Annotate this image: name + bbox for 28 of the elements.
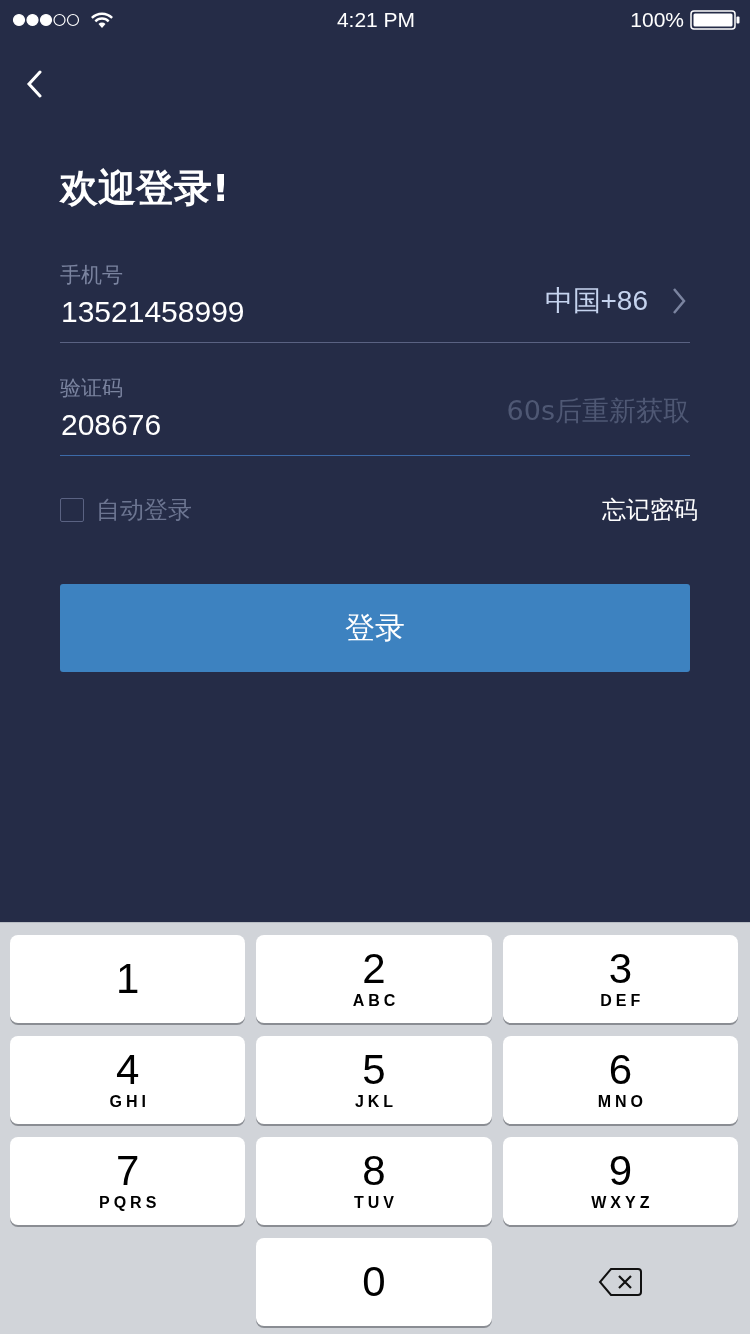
- backspace-icon[interactable]: [598, 1267, 643, 1297]
- checkbox[interactable]: [60, 498, 84, 522]
- forgot-password-link[interactable]: 忘记密码: [602, 494, 698, 526]
- keypad-key[interactable]: 3 DEF: [502, 935, 738, 1023]
- checkbox-label: 自动登录: [96, 495, 192, 526]
- keypad-key[interactable]: 8 TUV: [256, 1137, 492, 1225]
- battery-icon: [690, 10, 740, 30]
- wifi-icon: [90, 11, 114, 29]
- back-icon[interactable]: [26, 70, 42, 98]
- keypad-key[interactable]: 5 JKL: [256, 1036, 492, 1124]
- keypad-key[interactable]: 2 ABC: [256, 935, 492, 1023]
- battery-percent: 100%: [630, 8, 684, 32]
- keypad-key[interactable]: 6 MNO: [502, 1036, 738, 1124]
- keypad-key[interactable]: 1: [10, 935, 246, 1023]
- keypad-key[interactable]: 0: [256, 1238, 492, 1326]
- country-code-selector[interactable]: 中国+86: [544, 282, 648, 320]
- login-button[interactable]: 登录: [60, 584, 690, 672]
- keypad-key[interactable]: 9 WXYZ: [502, 1137, 738, 1225]
- page-title: 欢迎登录!: [60, 165, 231, 212]
- keypad-key[interactable]: 4 GHI: [10, 1036, 246, 1124]
- field-label: 手机号: [60, 262, 124, 289]
- phone-input[interactable]: 13521458999: [60, 295, 545, 329]
- chevron-right-icon[interactable]: [672, 287, 686, 315]
- field-label: 验证码: [60, 375, 124, 402]
- signal-icon: [12, 13, 80, 27]
- status-time: 4:21 PM: [336, 8, 416, 32]
- code-input[interactable]: 208676: [60, 408, 507, 442]
- keypad-key[interactable]: 7 PQRS: [10, 1137, 246, 1225]
